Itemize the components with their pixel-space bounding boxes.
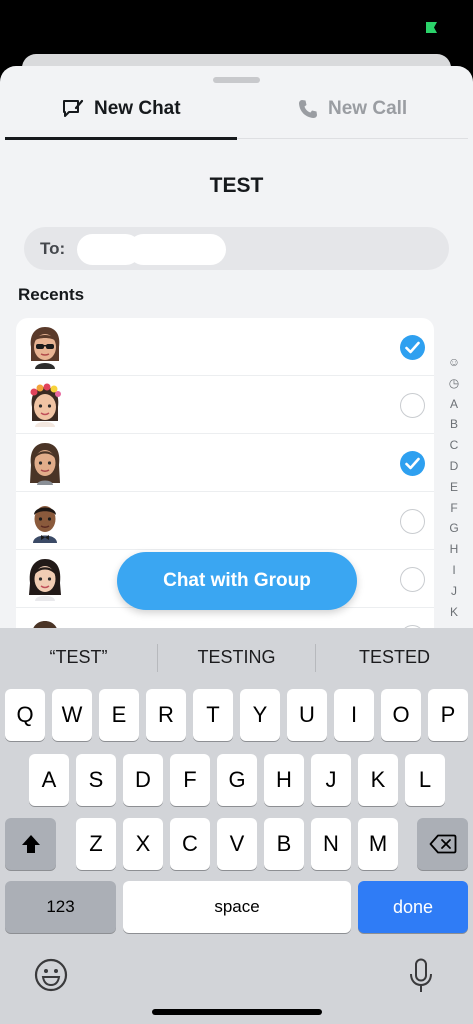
key-p[interactable]: P bbox=[428, 689, 468, 741]
suggestion-2[interactable]: TESTING bbox=[158, 628, 315, 686]
unselected-circle[interactable] bbox=[400, 393, 425, 418]
bitmoji-avatar bbox=[30, 327, 60, 369]
checkmark-icon bbox=[405, 341, 420, 354]
key-v[interactable]: V bbox=[217, 818, 257, 870]
recipient-field[interactable]: To: bbox=[24, 227, 449, 270]
key-k[interactable]: K bbox=[358, 754, 398, 806]
index-letter[interactable]: ◷ bbox=[446, 373, 462, 394]
status-bar bbox=[0, 0, 473, 52]
bitmoji-avatar bbox=[29, 559, 61, 601]
key-h[interactable]: H bbox=[264, 754, 304, 806]
key-e[interactable]: E bbox=[99, 689, 139, 741]
recipient-chip[interactable] bbox=[128, 234, 226, 265]
microphone-icon[interactable] bbox=[408, 958, 434, 994]
shift-key[interactable] bbox=[5, 818, 56, 870]
group-name-title[interactable]: TEST bbox=[0, 174, 473, 198]
key-z[interactable]: Z bbox=[76, 818, 116, 870]
alphabet-index[interactable]: ☺ ◷ A B C D E F G H I J K bbox=[446, 352, 462, 622]
key-j[interactable]: J bbox=[311, 754, 351, 806]
active-tab-indicator bbox=[5, 137, 237, 140]
key-n[interactable]: N bbox=[311, 818, 351, 870]
index-letter[interactable]: I bbox=[446, 560, 462, 581]
index-letter[interactable]: G bbox=[446, 518, 462, 539]
key-t[interactable]: T bbox=[193, 689, 233, 741]
selected-checkmark[interactable] bbox=[400, 451, 425, 476]
key-o[interactable]: O bbox=[381, 689, 421, 741]
unselected-circle[interactable] bbox=[400, 509, 425, 534]
key-l[interactable]: L bbox=[405, 754, 445, 806]
key-m[interactable]: M bbox=[358, 818, 398, 870]
index-letter[interactable]: K bbox=[446, 602, 462, 623]
to-label: To: bbox=[40, 239, 66, 258]
key-s[interactable]: S bbox=[76, 754, 116, 806]
unselected-circle[interactable] bbox=[400, 567, 425, 592]
key-b[interactable]: B bbox=[264, 818, 304, 870]
key-w[interactable]: W bbox=[52, 689, 92, 741]
index-letter[interactable]: D bbox=[446, 456, 462, 477]
key-y[interactable]: Y bbox=[240, 689, 280, 741]
contact-row[interactable] bbox=[16, 376, 434, 434]
key-a[interactable]: A bbox=[29, 754, 69, 806]
backspace-icon bbox=[429, 834, 456, 854]
index-letter[interactable]: F bbox=[446, 498, 462, 519]
emoji-icon[interactable] bbox=[34, 958, 68, 992]
index-letter[interactable]: E bbox=[446, 477, 462, 498]
delete-key[interactable] bbox=[417, 818, 468, 870]
key-x[interactable]: X bbox=[123, 818, 163, 870]
sheet-grabber[interactable] bbox=[213, 77, 260, 83]
suggestion-bar: “TEST” TESTING TESTED bbox=[0, 628, 473, 686]
key-d[interactable]: D bbox=[123, 754, 163, 806]
tab-new-call-label: New Call bbox=[328, 98, 408, 119]
numbers-key[interactable]: 123 bbox=[5, 881, 116, 933]
keyboard: “TEST” TESTING TESTED QWERTYUIOP ASDFGHJ… bbox=[0, 628, 473, 1024]
key-r[interactable]: R bbox=[146, 689, 186, 741]
recents-heading: Recents bbox=[18, 285, 85, 304]
index-letter[interactable]: A bbox=[446, 394, 462, 415]
suggestion-3[interactable]: TESTED bbox=[316, 628, 473, 686]
checkmark-icon bbox=[405, 457, 420, 470]
index-letter[interactable]: ☺ bbox=[446, 352, 462, 373]
key-f[interactable]: F bbox=[170, 754, 210, 806]
home-indicator bbox=[152, 1009, 322, 1015]
key-g[interactable]: G bbox=[217, 754, 257, 806]
contact-row[interactable] bbox=[16, 318, 434, 376]
tab-new-chat-label: New Chat bbox=[94, 98, 181, 119]
space-key[interactable]: space bbox=[123, 881, 351, 933]
new-chat-icon bbox=[63, 99, 84, 117]
tab-new-call[interactable]: New Call bbox=[298, 94, 407, 124]
bitmoji-avatar bbox=[30, 383, 61, 427]
phone-icon bbox=[299, 100, 317, 118]
index-letter[interactable]: H bbox=[446, 539, 462, 560]
index-letter[interactable]: B bbox=[446, 414, 462, 435]
selected-checkmark[interactable] bbox=[400, 335, 425, 360]
key-u[interactable]: U bbox=[287, 689, 327, 741]
done-key[interactable]: done bbox=[358, 881, 468, 933]
key-c[interactable]: C bbox=[170, 818, 210, 870]
contact-row[interactable] bbox=[16, 492, 434, 550]
shift-icon bbox=[21, 835, 40, 853]
chat-with-group-button[interactable]: Chat with Group bbox=[117, 552, 357, 610]
suggestion-1[interactable]: “TEST” bbox=[0, 628, 157, 686]
key-i[interactable]: I bbox=[334, 689, 374, 741]
battery-icon bbox=[426, 22, 437, 33]
contact-row[interactable] bbox=[16, 434, 434, 492]
bitmoji-avatar bbox=[33, 506, 57, 543]
bitmoji-avatar bbox=[30, 443, 60, 485]
tab-new-chat[interactable]: New Chat bbox=[62, 94, 181, 124]
index-letter[interactable]: J bbox=[446, 581, 462, 602]
tab-divider bbox=[237, 138, 468, 139]
index-letter[interactable]: C bbox=[446, 435, 462, 456]
key-q[interactable]: Q bbox=[5, 689, 45, 741]
